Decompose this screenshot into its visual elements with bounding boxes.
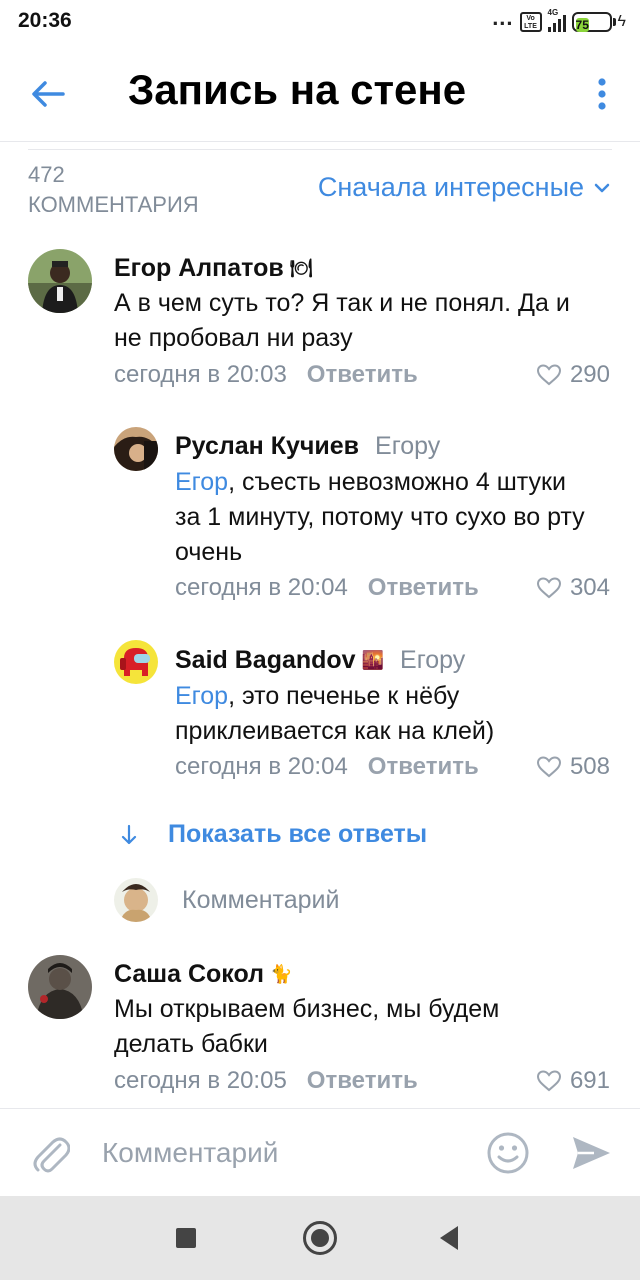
mention-link[interactable]: Егор <box>175 682 228 710</box>
smile-icon <box>487 1132 529 1174</box>
author-name: Руслан Кучиев <box>175 432 360 460</box>
network-type: 4G <box>547 8 559 17</box>
comment-meta: сегодня в 20:05 Ответить <box>114 1067 418 1095</box>
heart-icon <box>536 364 561 386</box>
recents-button[interactable] <box>176 1228 196 1248</box>
comment-text-line: А в чем суть то? Я так и не понял. Да и <box>114 289 570 317</box>
signal-icon: 4G <box>547 8 566 32</box>
like-button[interactable]: 508 <box>536 753 610 781</box>
comment-text-line: приклеивается как на клей) <box>175 717 495 745</box>
battery-icon: 75 <box>571 12 616 32</box>
charging-icon: ϟ <box>617 13 626 30</box>
heart-icon <box>536 577 561 599</box>
comment-author[interactable]: Said Bagandov 🌇 Егору <box>175 646 465 675</box>
chevron-down-icon <box>594 183 610 192</box>
comments-count-label: КОММЕНТАРИЯ <box>28 192 199 217</box>
avatar[interactable] <box>28 955 92 1019</box>
like-button[interactable]: 691 <box>536 1067 610 1095</box>
like-count: 691 <box>569 1067 610 1094</box>
author-name: Саша Сокол <box>114 960 264 988</box>
reply-button[interactable]: Ответить <box>368 753 479 781</box>
like-count: 290 <box>569 361 610 388</box>
status-time: 20:36 <box>18 9 72 32</box>
arrow-down-icon <box>121 824 137 844</box>
comment-author[interactable]: Руслан Кучиев Егору <box>175 432 440 461</box>
more-vertical-icon <box>598 78 606 110</box>
comment-time: сегодня в 20:04 <box>175 574 348 601</box>
comments-count: 472 КОММЕНТАРИЯ <box>28 160 199 220</box>
status-icons: ... Vo LTE 4G 75 ϟ <box>492 5 626 35</box>
inline-comment-field[interactable]: Комментарий <box>114 878 339 922</box>
mention-link[interactable]: Егор <box>175 468 228 496</box>
home-button[interactable] <box>303 1221 337 1255</box>
more-menu-button[interactable] <box>590 72 614 116</box>
my-avatar <box>114 878 158 922</box>
show-all-replies-label: Показать все ответы <box>168 820 428 848</box>
notification-dots: ... <box>492 5 514 30</box>
emoji-button[interactable] <box>486 1131 530 1180</box>
like-button[interactable]: 304 <box>536 574 610 602</box>
comment-text-line: очень <box>175 538 243 566</box>
author-emoji: 🌇 <box>361 650 385 670</box>
comment-time: сегодня в 20:03 <box>114 361 287 388</box>
status-bar: 20:36 ... Vo LTE 4G 75 ϟ <box>0 0 640 44</box>
avatar[interactable] <box>114 427 158 471</box>
comment-text-line: Егор, это печенье к нёбу <box>175 682 460 710</box>
comment-text-line: делать бабки <box>114 1030 268 1058</box>
heart-icon <box>536 756 561 778</box>
comment-composer <box>0 1108 640 1196</box>
sort-dropdown[interactable]: Сначала интересные <box>318 172 610 203</box>
comment-time: сегодня в 20:04 <box>175 753 348 780</box>
comment-input[interactable] <box>102 1135 462 1171</box>
like-count: 508 <box>569 753 610 780</box>
comment-text: Егор, это печенье к нёбу приклеивается к… <box>175 679 615 749</box>
avatar[interactable] <box>114 640 158 684</box>
comment-text-line: Егор, съесть невозможно 4 штуки <box>175 468 566 496</box>
divider <box>28 149 612 150</box>
attach-button[interactable] <box>30 1131 71 1180</box>
app-header: Запись на стене <box>0 44 640 142</box>
comment-author[interactable]: Саша Сокол 🐈 <box>114 960 292 989</box>
author-name: Егор Алпатов <box>114 254 284 282</box>
comment-time: сегодня в 20:05 <box>114 1067 287 1094</box>
comment-text-line: Мы открываем бизнес, мы будем <box>114 995 500 1023</box>
system-nav-bar <box>0 1196 640 1280</box>
comment-text: Мы открываем бизнес, мы будем делать баб… <box>114 992 614 1062</box>
comment-meta: сегодня в 20:04 Ответить <box>175 574 479 602</box>
comments-count-number: 472 <box>28 162 65 187</box>
author-emoji: 🍽 <box>289 258 313 278</box>
arrow-left-icon <box>32 81 65 107</box>
comment-text-line: за 1 минуту, потому что сухо во рту <box>175 503 585 531</box>
comment-meta: сегодня в 20:03 Ответить <box>114 361 418 389</box>
comment-text-line: не пробовал ни разу <box>114 324 353 352</box>
avatar[interactable] <box>28 249 92 313</box>
comment-text: А в чем суть то? Я так и не понял. Да и … <box>114 286 614 356</box>
send-button[interactable] <box>570 1133 612 1178</box>
author-emoji: 🐈 <box>270 964 293 984</box>
back-button[interactable] <box>26 72 70 116</box>
send-icon <box>573 1137 610 1169</box>
paperclip-icon <box>33 1137 71 1173</box>
inline-comment-placeholder: Комментарий <box>182 885 340 914</box>
show-all-replies-button[interactable]: Показать все ответы <box>120 820 427 849</box>
screen: 20:36 ... Vo LTE 4G 75 ϟ Запись на стене <box>0 0 640 1280</box>
sort-label: Сначала интересные <box>317 172 584 202</box>
comment-meta: сегодня в 20:04 Ответить <box>175 753 479 781</box>
like-button[interactable]: 290 <box>536 361 610 389</box>
page-title: Запись на стене <box>128 66 467 113</box>
reply-button[interactable]: Ответить <box>307 361 418 389</box>
reply-button[interactable]: Ответить <box>368 574 479 602</box>
comment-text: Егор, съесть невозможно 4 штуки за 1 мин… <box>175 465 615 570</box>
author-name: Said Bagandov <box>175 646 356 674</box>
heart-icon <box>536 1070 561 1092</box>
like-count: 304 <box>569 574 610 601</box>
reply-to[interactable]: Егору <box>400 646 465 675</box>
reply-to[interactable]: Егору <box>375 432 440 461</box>
reply-button[interactable]: Ответить <box>307 1067 418 1095</box>
battery-level: 75 <box>575 18 589 32</box>
comment-author[interactable]: Егор Алпатов 🍽 <box>114 254 313 283</box>
system-back-button[interactable] <box>440 1226 458 1250</box>
volte-icon: Vo LTE <box>519 12 542 32</box>
